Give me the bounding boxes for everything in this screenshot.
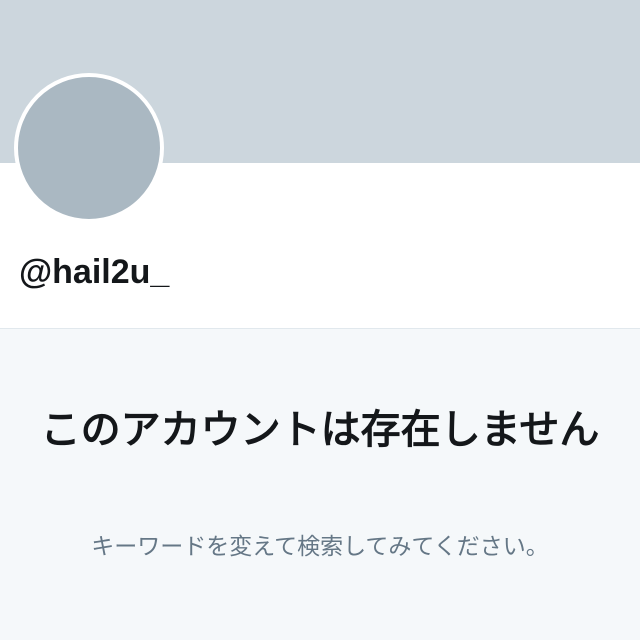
profile-handle: @hail2u_ xyxy=(19,253,170,291)
empty-state-title: このアカウントは存在しません xyxy=(40,407,600,453)
empty-state-panel xyxy=(0,329,640,640)
empty-state-subtitle: キーワードを変えて検索してみてください。 xyxy=(91,534,549,560)
avatar[interactable] xyxy=(14,73,164,223)
profile-page: @hail2u_ このアカウントは存在しません キーワードを変えて検索してみてく… xyxy=(0,0,640,640)
